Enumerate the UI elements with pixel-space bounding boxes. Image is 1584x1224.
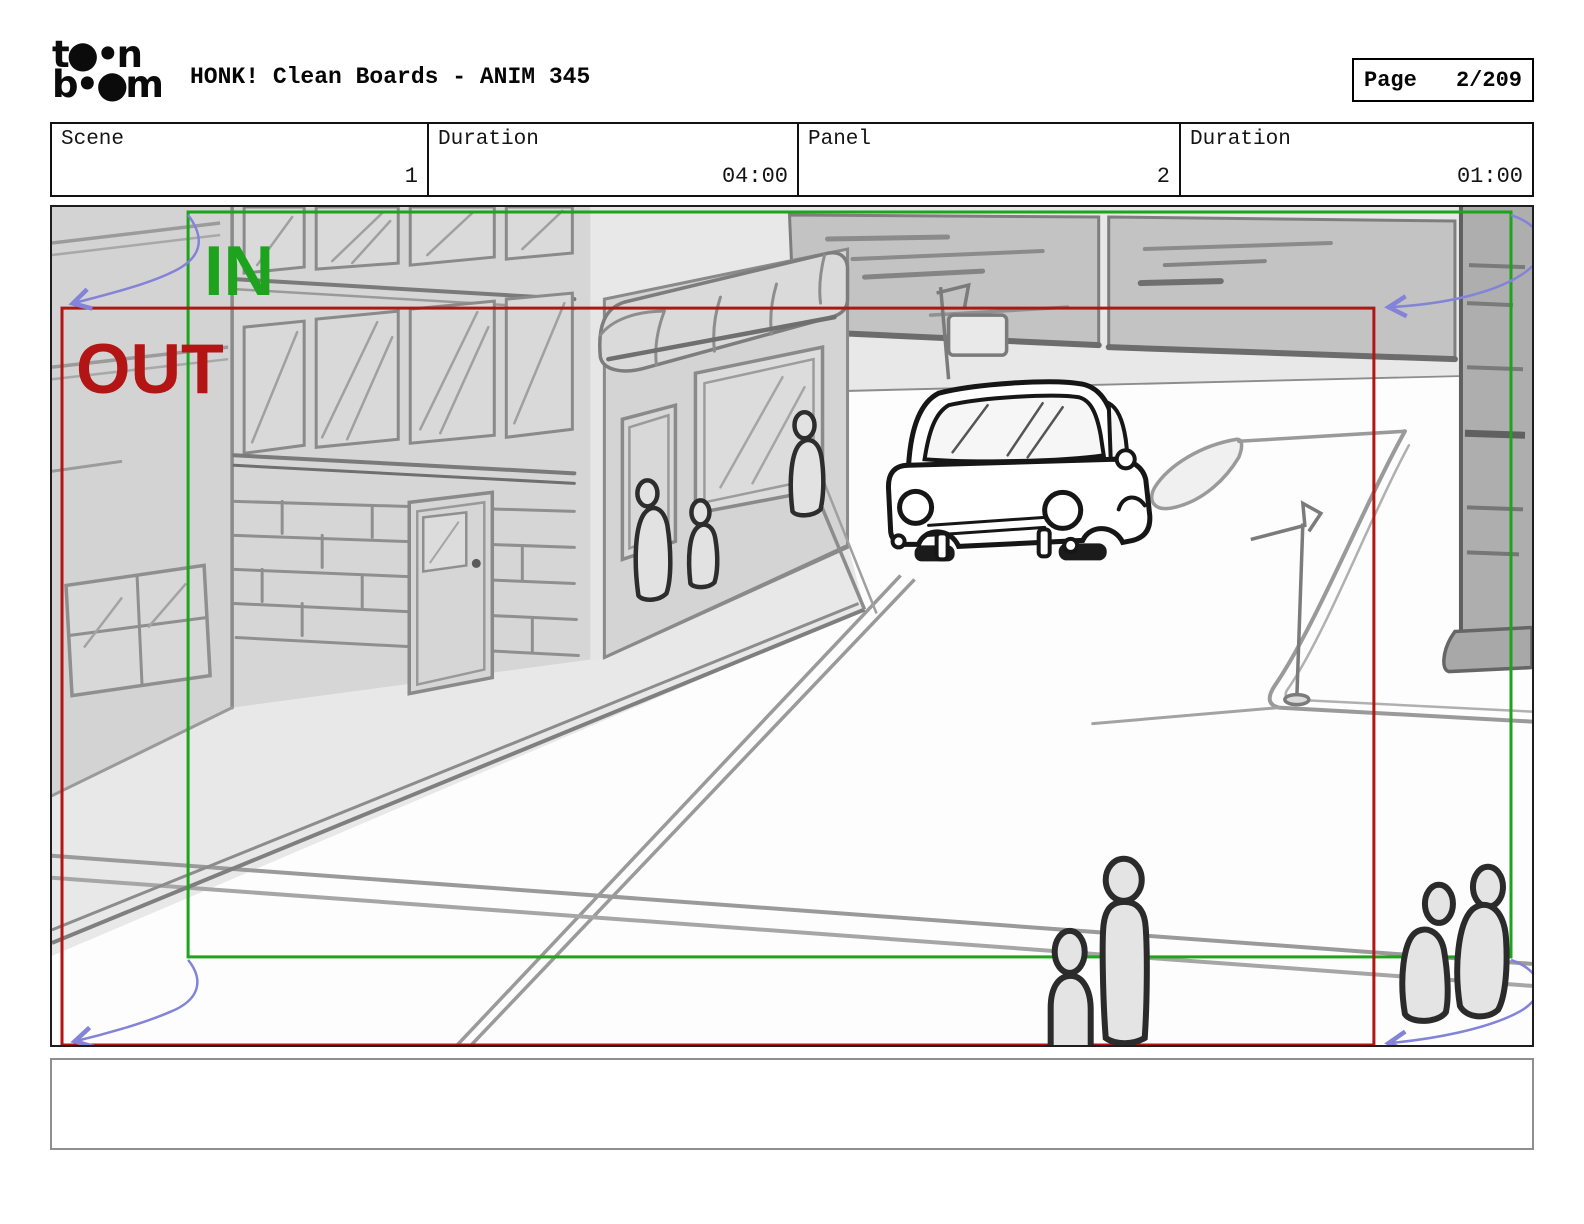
scene-value: 1 [405,164,418,189]
toonboom-logo: t●•n b•●m [52,40,182,99]
scene-duration-label: Duration [438,128,788,151]
page-indicator: Page 2/209 [1352,58,1534,102]
storyboard-panel: IN OUT [50,205,1534,1047]
scene-cell: Scene 1 [52,124,427,195]
toonboom-logo-line2: b•●m [52,70,182,100]
panel-info-row: Scene 1 Duration 04:00 Panel 2 Duration … [50,122,1534,197]
panel-duration-value: 01:00 [1457,164,1523,189]
storyboard-drawing: IN OUT [52,207,1532,1045]
page-value: 2/209 [1456,68,1522,93]
panel-number-cell: Panel 2 [797,124,1179,195]
camera-in-label: IN [204,232,274,310]
scene-duration-value: 04:00 [722,164,788,189]
panel-number-value: 2 [1157,164,1170,189]
camera-out-label: OUT [76,330,224,408]
project-title: HONK! Clean Boards - ANIM 345 [190,64,590,90]
background-wall [789,215,1454,359]
page-label: Page [1364,68,1417,93]
caption-box [50,1058,1534,1150]
panel-duration-label: Duration [1190,128,1523,151]
scene-label: Scene [61,128,418,151]
scene-duration-cell: Duration 04:00 [427,124,797,195]
panel-number-label: Panel [808,128,1170,151]
storyboard-page: t●•n b•●m HONK! Clean Boards - ANIM 345 … [0,0,1584,1224]
panel-duration-cell: Duration 01:00 [1179,124,1532,195]
